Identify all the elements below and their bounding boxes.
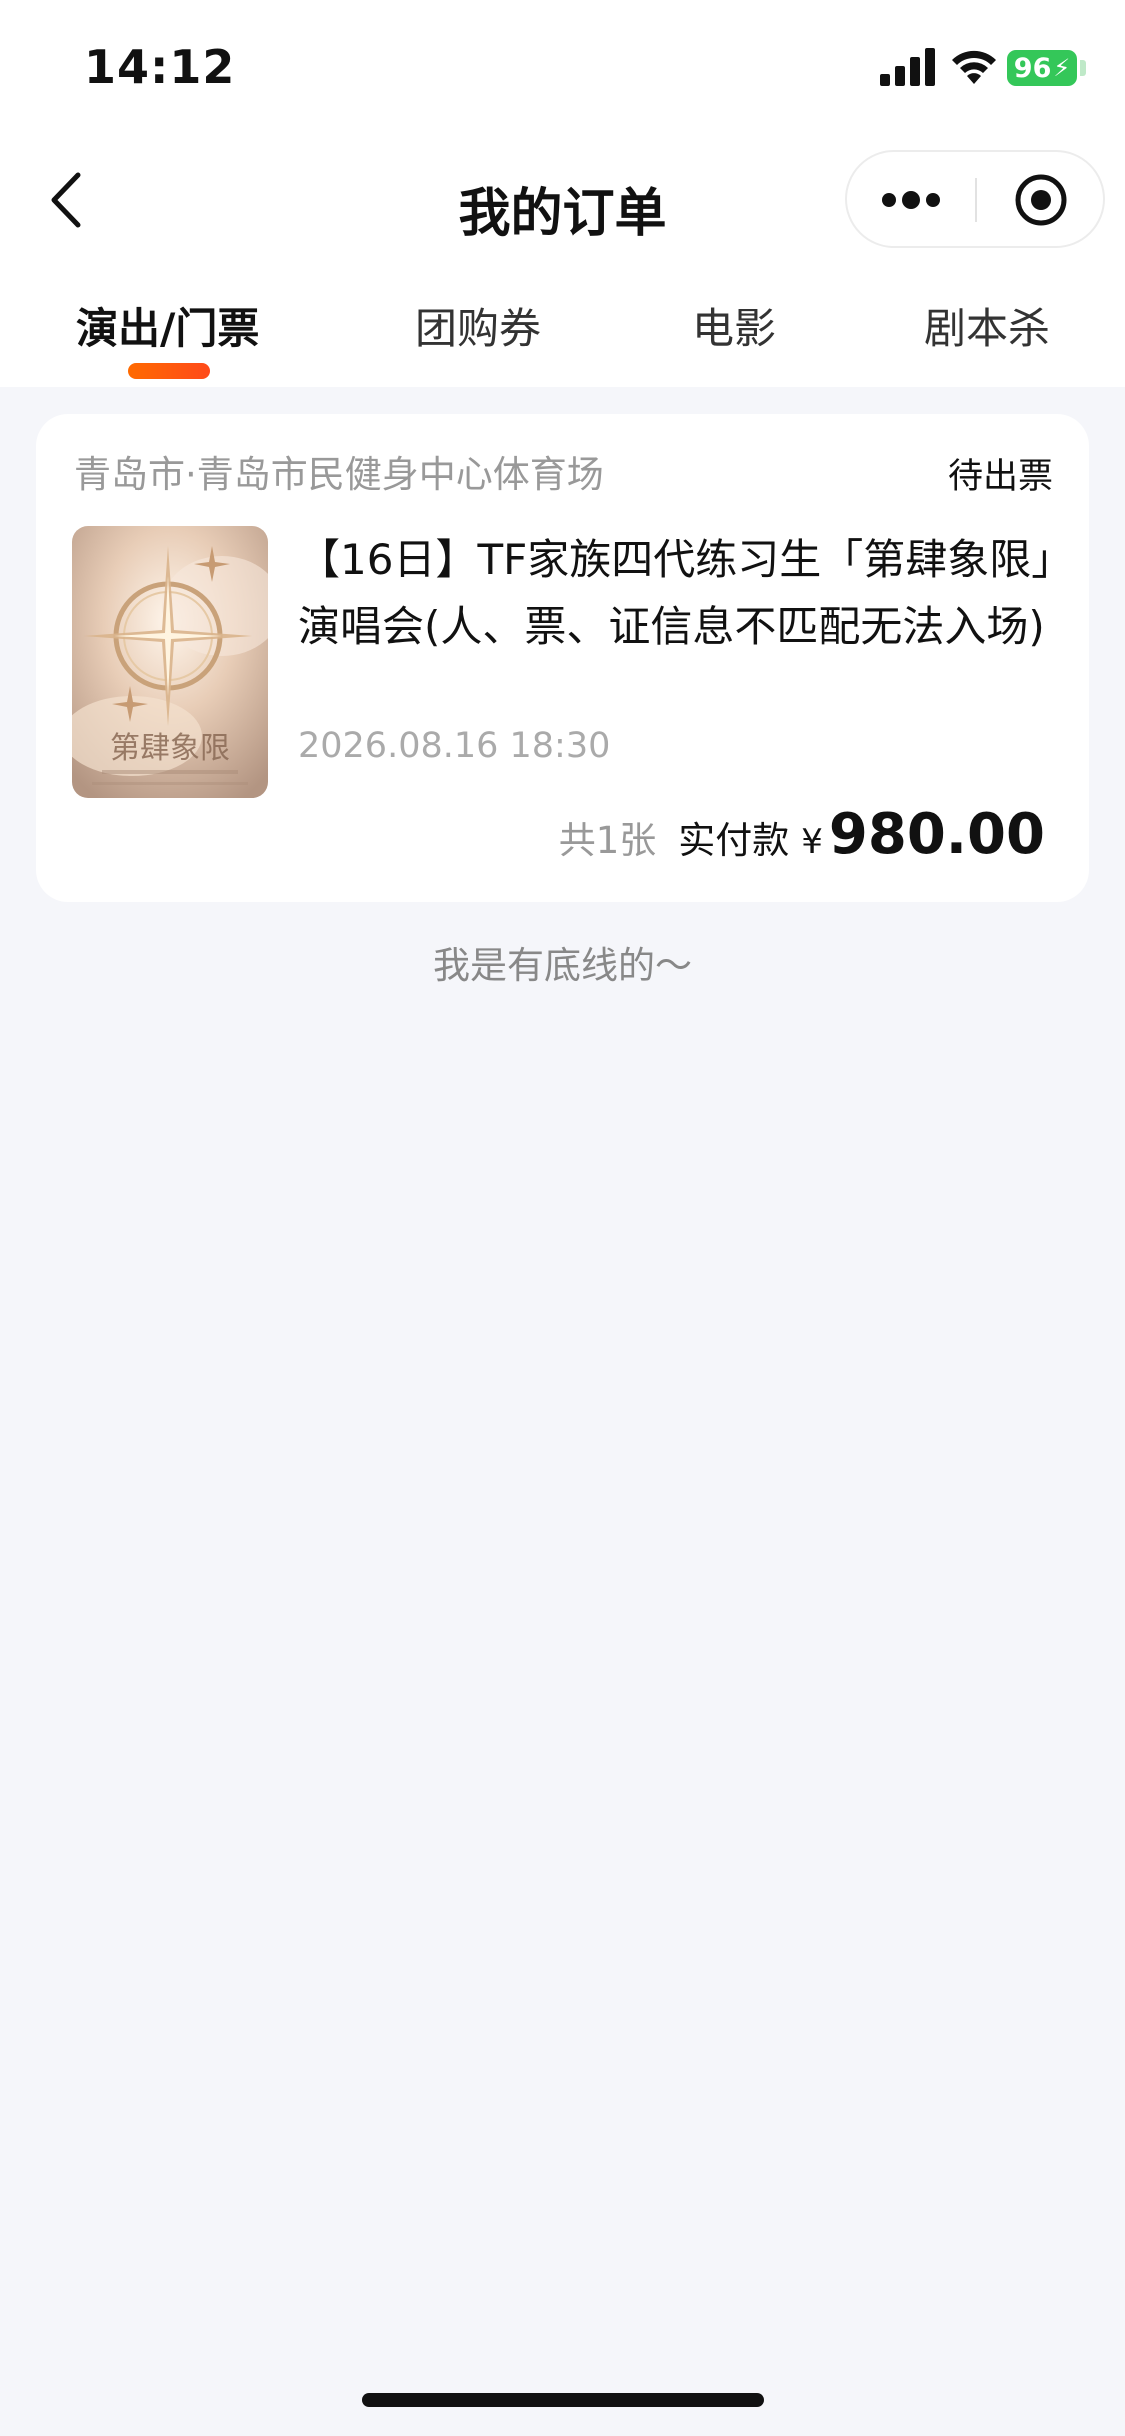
cellular-signal-icon <box>880 48 935 86</box>
battery-icon: 96 ⚡ <box>1007 50 1077 86</box>
order-event-datetime: 2026.08.16 18:30 <box>298 726 611 766</box>
currency-symbol: ¥ <box>801 822 823 862</box>
close-miniprogram-icon[interactable] <box>1013 172 1069 228</box>
order-category-tabs: 演出/门票 团购券 电影 剧本杀 <box>0 265 1125 387</box>
event-poster-image: 第肆象限 <box>72 526 268 798</box>
order-card[interactable]: 青岛市·青岛市民健身中心体育场 待出票 第肆象限 【16日】TF家族四代练习生「… <box>36 414 1089 902</box>
battery-cap <box>1080 60 1086 76</box>
tab-murder-mystery[interactable]: 剧本杀 <box>924 295 1050 356</box>
order-event-title: 【16日】TF家族四代练习生「第肆象限」演唱会(人、票、证信息不匹配无法入场) <box>298 535 1053 651</box>
paid-amount-label: 实付款 <box>678 819 790 862</box>
active-tab-indicator <box>128 363 210 379</box>
order-price-row: 共1张 实付款 ¥ 980.00 <box>559 802 1045 872</box>
status-bar: 14:12 96 ⚡ <box>0 0 1125 135</box>
ticket-count: 共1张 <box>558 819 657 862</box>
paid-amount: 980.00 <box>828 802 1045 867</box>
list-end-text: 我是有底线的～ <box>433 944 692 987</box>
tab-movies[interactable]: 电影 <box>692 295 776 356</box>
tab-performance-tickets[interactable]: 演出/门票 <box>76 295 259 356</box>
tab-group-coupons[interactable]: 团购券 <box>415 295 541 356</box>
wifi-icon <box>952 50 996 84</box>
navigation-bar: 我的订单 <box>0 135 1125 265</box>
battery-level: 96 <box>1013 52 1052 84</box>
capsule-divider <box>975 178 977 222</box>
home-indicator[interactable] <box>362 2393 764 2407</box>
order-status-badge: 待出票 <box>947 457 1053 497</box>
poster-title-text: 第肆象限 <box>110 731 230 766</box>
status-time: 14:12 <box>84 40 236 94</box>
order-venue: 青岛市·青岛市民健身中心体育场 <box>74 453 604 496</box>
miniprogram-capsule <box>845 150 1105 248</box>
more-icon[interactable] <box>881 188 941 212</box>
